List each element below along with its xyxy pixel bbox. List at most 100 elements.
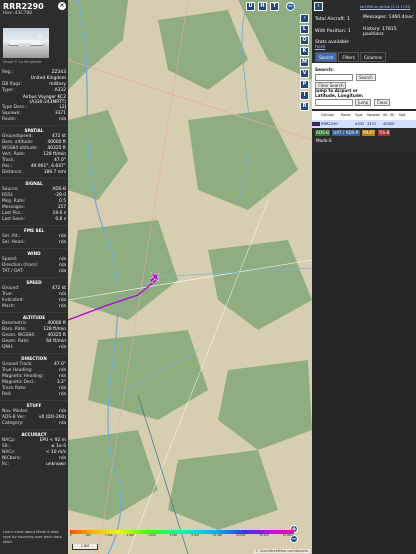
map-view[interactable]: U H T ☰ ‹ L O K M V P I R + − 0 500 1 000 2…: [68, 0, 312, 554]
detail-row: TAT / OAT: n/a: [0, 269, 68, 275]
settings-icon[interactable]: ☰: [286, 2, 295, 11]
detail-row: Category: n/a: [0, 421, 68, 427]
panel-empty-area: [312, 152, 416, 554]
detail-value: n/a: [59, 240, 66, 245]
collapse-panel-icon[interactable]: ›: [314, 2, 323, 11]
close-icon[interactable]: ×: [58, 2, 66, 10]
column-header[interactable]: Callsign: [320, 111, 340, 120]
detail-label[interactable]: Last Seen:: [2, 217, 25, 223]
tab-filters[interactable]: Filters: [338, 52, 359, 62]
aircraft-callsign: RRR2290: [3, 2, 44, 11]
toggle-l-button[interactable]: L: [300, 25, 309, 34]
search-button[interactable]: Search: [356, 74, 376, 81]
column-header[interactable]: Alt. (ft): [382, 111, 398, 120]
detail-value: 186.7 nmi: [43, 170, 66, 175]
section-header[interactable]: FMS SEL: [0, 225, 68, 234]
section-header[interactable]: SIGNAL: [0, 178, 68, 187]
chip-mode-s[interactable]: Mode-S: [315, 138, 414, 144]
map-attribution[interactable]: © OpenStreetMap contributors.: [254, 549, 310, 553]
detail-row: Sel. Head.: n/a: [0, 240, 68, 246]
clear-button[interactable]: Clear: [374, 99, 391, 106]
section-header[interactable]: STUFF: [0, 400, 68, 409]
summary-row: Airbus Voyager KC2 (A330-243MRTT): [0, 94, 68, 105]
section-header[interactable]: SPEED: [0, 277, 68, 286]
toggle-o-button[interactable]: O: [300, 36, 309, 45]
row-flag-icon: [312, 122, 320, 126]
table-cell: RRR2290: [321, 122, 338, 126]
summary-value: n/a: [59, 117, 66, 122]
section-header[interactable]: WIND: [0, 248, 68, 257]
detail-label[interactable]: Roll:: [2, 392, 11, 398]
history-count: History: 17815 positions: [363, 27, 397, 38]
toggle-u-button[interactable]: U: [246, 2, 255, 11]
legend-tick: 10 000: [213, 534, 223, 537]
map-scale: 2 NM: [72, 544, 98, 550]
aircraft-info-panel: RRR2290 Hex: 43C780 × Image © Liz Klingb…: [0, 0, 68, 554]
chip-adsb[interactable]: ADS-B: [315, 130, 330, 136]
legend-tick: 40 000+: [282, 534, 294, 537]
github-link[interactable]: tar1090 on github (3.14.1733): [360, 5, 410, 9]
toggle-v-button[interactable]: V: [300, 69, 309, 78]
toggle-h-button[interactable]: H: [258, 2, 267, 11]
detail-value: 0.8 s: [55, 217, 66, 222]
column-header[interactable]: Spd: [398, 111, 414, 120]
search-input[interactable]: [315, 74, 353, 81]
section-header[interactable]: ACCURACY: [0, 429, 68, 438]
with-position: With Position: 1: [315, 29, 351, 34]
toggle-p-button[interactable]: P: [300, 80, 309, 89]
total-aircraft: Total Aircraft: 1: [315, 17, 350, 22]
detail-label[interactable]: Rc:: [2, 462, 9, 468]
legend-tick: 6 000: [169, 534, 178, 537]
source-filter: ADS-B UAT / ADS-R MLAT TIS-B Mode-S: [315, 130, 415, 148]
toggle-i-button[interactable]: I: [300, 91, 309, 100]
jump-input[interactable]: [315, 99, 353, 106]
aircraft-hex: Hex: 43C780: [3, 11, 33, 16]
section-header[interactable]: ALTITUDE: [0, 312, 68, 321]
search-area: Search: Search Clear Search Jump to Airp…: [312, 63, 416, 109]
chip-mlat[interactable]: MLAT: [362, 130, 376, 136]
summary-row: Route: n/a: [0, 117, 68, 123]
table-row[interactable]: RRR2290 A332 3371 40000: [312, 120, 416, 128]
altitude-legend-ticks: 0 500 1 000 2 000 4 000 6 000 8 000 10 000 20 00…: [70, 534, 294, 537]
tab-columns[interactable]: Columns: [359, 52, 387, 62]
column-header[interactable]: Squawk: [366, 111, 382, 120]
legend-tick: 2 000: [126, 534, 134, 537]
legend-tick: 20 000: [236, 534, 246, 537]
toggle-m-button[interactable]: M: [300, 58, 309, 67]
altitude-legend: 0 500 1 000 2 000 4 000 6 000 8 000 10 000 20 00…: [70, 530, 294, 537]
app-root: RRR2290 Hex: 43C780 × Image © Liz Klingb…: [0, 0, 416, 554]
section-header[interactable]: DIRECTION: [0, 353, 68, 362]
messages-rate: Messages: 1460.4/sec: [363, 15, 414, 20]
detail-value: n/a: [59, 304, 66, 309]
legend-tick: 30 000: [259, 534, 269, 537]
stats-here-link[interactable]: here: [315, 45, 325, 50]
column-header[interactable]: [312, 111, 320, 120]
toggle-r-button[interactable]: R: [300, 102, 309, 111]
detail-value: n/a: [59, 269, 66, 274]
aircraft-photo[interactable]: [3, 28, 49, 58]
detail-label[interactable]: Category:: [2, 421, 23, 427]
toggle-k-button[interactable]: K: [300, 47, 309, 56]
detail-row: Distance: 186.7 nmi: [0, 170, 68, 176]
detail-row: Mach: n/a: [0, 304, 68, 310]
detail-label[interactable]: Sel. Head.:: [2, 240, 26, 246]
section-header[interactable]: SPATIAL: [0, 125, 68, 134]
column-header[interactable]: Type: [354, 111, 366, 120]
jump-button[interactable]: Jump: [355, 99, 372, 106]
chip-tisb[interactable]: TIS-B: [377, 130, 391, 136]
detail-label[interactable]: TAT / OAT:: [2, 269, 24, 275]
detail-label[interactable]: QNH:: [2, 345, 14, 351]
aircraft-marker-icon[interactable]: [149, 271, 161, 283]
table-cell: 40000: [383, 122, 395, 126]
column-header[interactable]: Route: [340, 111, 354, 120]
detail-label[interactable]: Mach:: [2, 304, 15, 310]
tab-search[interactable]: Search: [315, 52, 338, 62]
detail-label[interactable]: Distance:: [2, 170, 23, 176]
toggle-t-button[interactable]: T: [270, 2, 279, 11]
detail-value: n/a: [59, 345, 66, 350]
nav-prev-icon[interactable]: ‹: [300, 14, 309, 23]
legend-tick: 8 000: [191, 534, 199, 537]
detail-row: Roll: n/a: [0, 392, 68, 398]
legend-tick: 1 000: [104, 534, 113, 537]
chip-uat[interactable]: UAT / ADS-R: [332, 130, 360, 136]
